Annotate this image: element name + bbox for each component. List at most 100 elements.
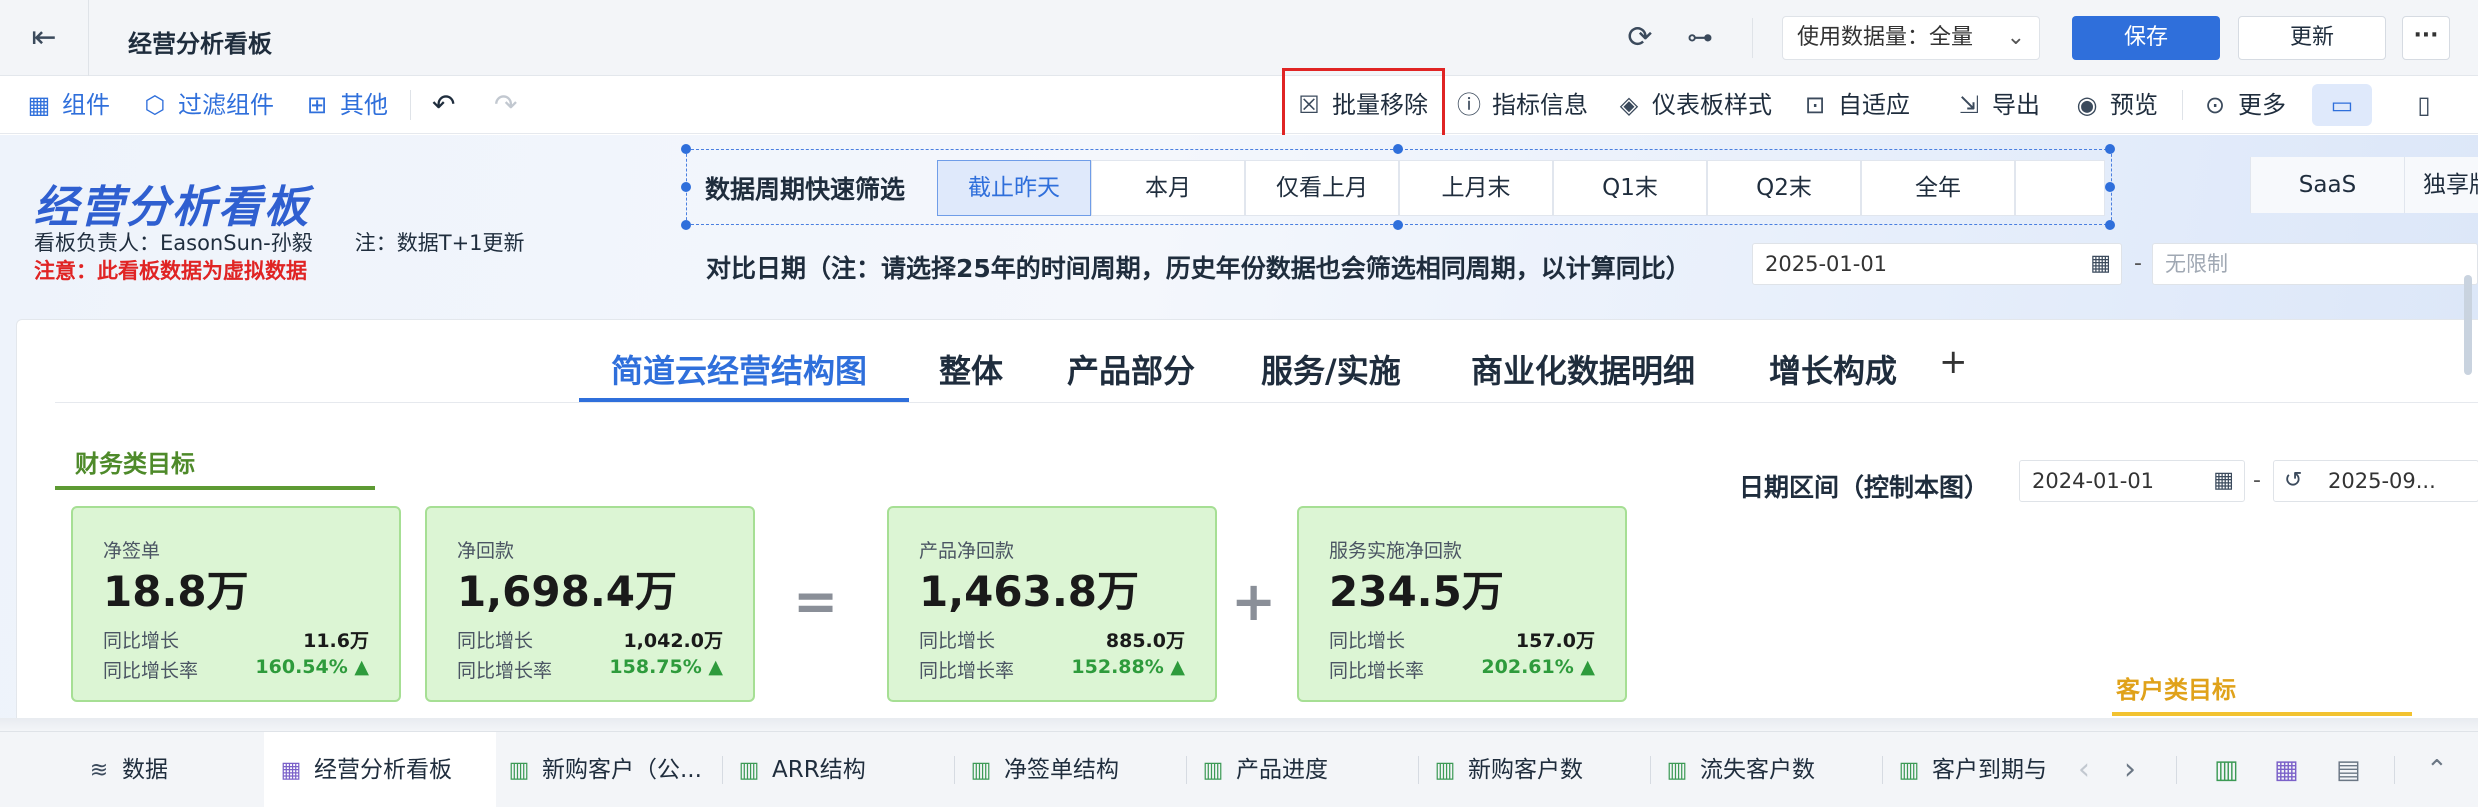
add-dashboard-icon[interactable]: ▦ [2274,752,2299,788]
tab-structure[interactable]: 简道云经营结构图 [611,346,867,392]
resize-handle[interactable] [1393,220,1403,230]
desktop-view-icon[interactable]: ▭ [2312,84,2372,126]
chart-icon: ▥ [508,758,530,783]
relation-icon[interactable]: ⊶ [1682,20,1718,56]
kpi-card[interactable]: 产品净回款 1,463.8万 同比增长 885.0万 同比增长率 152.88%… [887,506,1217,702]
sheet-tab[interactable]: ▥ 净签单结构 [966,732,1186,807]
period-option[interactable]: 仅看上月 [1245,160,1399,216]
vertical-scrollbar[interactable] [2464,275,2472,375]
dataset-size-select[interactable]: 使用数据量：全量 ⌄ [1782,16,2040,60]
product-filter-saas[interactable]: SaaS [2250,157,2404,213]
period-option[interactable]: 上月末 [1399,160,1553,216]
compare-end-date[interactable]: 无限制 [2152,243,2478,285]
period-option[interactable]: 全年 [1861,160,2015,216]
divider [2176,756,2177,784]
chart-tabs: 简道云经营结构图 整体 产品部分 服务/实施 商业化数据明细 增长构成 + [17,320,2478,403]
chart-icon: ▥ [1898,758,1920,783]
sheet-tab-bar: ≋ 数据 ▦ 经营分析看板 ▥ 新购客户（公... ▥ ARR结构 ▥ 净签单结构 ▥ 产品… [0,731,2478,807]
structure-panel: 简道云经营结构图 整体 产品部分 服务/实施 商业化数据明细 增长构成 + 财务… [16,319,2478,731]
tab-growth[interactable]: 增长构成 [1769,346,1897,392]
sheet-tab[interactable]: ▥ 新购客户（公... [504,732,720,807]
sheet-tab-label: 流失客户数 [1700,757,1815,783]
kpi-value: 18.8万 [103,567,249,616]
compare-start-date[interactable]: 2025-01-01 ▦ [1752,243,2122,285]
period-option[interactable]: Q2末 [1707,160,1861,216]
other-icon: ⊞ [306,91,328,119]
sheet-tab-label: 客户到期与 [1932,757,2047,783]
horizontal-scrollbar[interactable] [0,718,2478,731]
sheet-tab-label: 净签单结构 [1004,757,1119,783]
refresh-icon[interactable]: ⟳ [1622,20,1658,56]
resize-handle[interactable] [2105,220,2115,230]
period-option[interactable]: Q1末 [1553,160,1707,216]
add-report-icon[interactable]: ▤ [2336,752,2361,788]
more-button[interactable]: ⊙ 更多 [2200,76,2286,134]
kpi-card[interactable]: 净回款 1,698.4万 同比增长 1,042.0万 同比增长率 158.75%… [425,506,755,702]
export-button[interactable]: ⇲ 导出 [1954,76,2040,134]
kpi-growth-label: 同比增长 [1329,630,1406,652]
filter-component-button[interactable]: ⬡ 过滤组件 [140,76,274,134]
preview-button[interactable]: ◉ 预览 [2072,76,2158,134]
resize-handle[interactable] [681,182,691,192]
sheet-tab[interactable]: ▦ 经营分析看板 [264,732,496,807]
kpi-card[interactable]: 净签单 18.8万 同比增长 11.6万 同比增长率 160.54% ▲ [71,506,401,702]
sheet-tab[interactable]: ▥ 客户到期与 [1894,732,2086,807]
sheet-tab[interactable]: ▥ ARR结构 [734,732,944,807]
tab-product[interactable]: 产品部分 [1067,346,1195,392]
sheet-tab[interactable]: ▥ 产品进度 [1198,732,1414,807]
kpi-card[interactable]: 服务实施净回款 234.5万 同比增长 157.0万 同比增长率 202.61%… [1297,506,1627,702]
resize-handle[interactable] [1393,144,1403,154]
chart-icon: ▥ [738,758,760,783]
dashboard-canvas: 经营分析看板 看板负责人：EasonSun-孙毅 注：数据T+1更新 注意：此看… [0,135,2478,731]
finance-section-title: 财务类目标 [75,450,195,478]
metric-info-button[interactable]: ⓘ 指标信息 [1454,76,1588,134]
compare-start-value: 2025-01-01 [1765,252,1888,276]
period-quick-filter[interactable]: 数据周期快速筛选 截止昨天 本月 仅看上月 上月末 Q1末 Q2末 全年 [681,144,2115,230]
tab-service[interactable]: 服务/实施 [1261,346,1401,392]
exit-icon[interactable]: ⇤ [28,22,60,54]
save-button[interactable]: 保存 [2072,16,2220,60]
add-tab-icon[interactable]: + [1939,342,1968,382]
other-button[interactable]: ⊞ 其他 [302,76,388,134]
dashboard-style-button[interactable]: ◈ 仪表板样式 [1614,76,1772,134]
range-end-date[interactable]: ↺ 2025-09... [2273,460,2478,502]
more-options-button[interactable]: ··· [2402,16,2450,60]
kpi-rate: 160.54% ▲ [255,656,369,678]
kpi-rate-label: 同比增长率 [919,660,1015,682]
period-option[interactable]: 截止昨天 [937,160,1091,216]
tab-commercial-detail[interactable]: 商业化数据明细 [1471,346,1695,392]
update-button[interactable]: 更新 [2238,16,2386,60]
auto-fit-button[interactable]: ⊡ 自适应 [1800,76,1910,134]
scroll-right-icon[interactable]: › [2124,752,2136,788]
collapse-up-icon[interactable]: ⌃ [2426,752,2448,788]
sheet-tab[interactable]: ▥ 流失客户数 [1662,732,1878,807]
resize-handle[interactable] [2105,144,2115,154]
sheet-tab[interactable]: ▥ 新购客户数 [1430,732,1646,807]
kpi-rate-label: 同比增长率 [1329,660,1425,682]
resize-handle[interactable] [2105,182,2115,192]
kpi-growth-label: 同比增长 [103,630,180,652]
mobile-view-icon[interactable]: ▯ [2394,84,2454,126]
sheet-tab-label: 新购客户数 [1468,757,1583,783]
add-chart-icon[interactable]: ▥ [2214,752,2239,788]
resize-handle[interactable] [681,220,691,230]
divider [2394,756,2395,784]
quick-filter-label: 数据周期快速筛选 [705,175,906,204]
product-filter-exclusive[interactable]: 独享版 [2404,157,2478,213]
resize-handle[interactable] [681,144,691,154]
kpi-rate: 202.61% ▲ [1481,656,1595,678]
finance-section-underline [55,486,375,490]
data-tab[interactable]: ≋ 数据 [84,732,254,807]
undo-icon[interactable]: ↶ [432,76,455,134]
tab-overall[interactable]: 整体 [939,346,1003,392]
kpi-rate-label: 同比增长率 [103,660,199,682]
period-option[interactable]: 本月 [1091,160,1245,216]
more-circle-icon: ⊙ [2204,91,2226,119]
date-separator: - [2253,468,2261,493]
component-icon: ▦ [27,91,51,119]
divider [1418,756,1419,784]
component-button[interactable]: ▦ 组件 [24,76,110,134]
customer-section-title-visible: 客户类目标 [2116,676,2236,704]
range-start-date[interactable]: 2024-01-01 ▦ [2019,460,2245,502]
export-icon: ⇲ [1958,91,1980,119]
